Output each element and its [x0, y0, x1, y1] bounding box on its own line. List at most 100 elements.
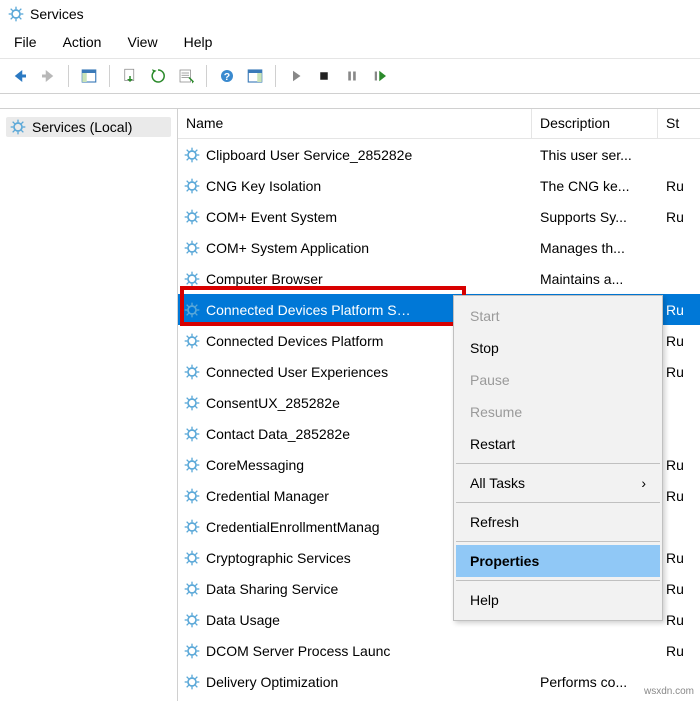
- service-gear-icon: [184, 643, 200, 659]
- service-name: DCOM Server Process Launc: [206, 643, 390, 659]
- tree-item-label: Services (Local): [32, 119, 132, 135]
- context-menu-stop[interactable]: Stop: [456, 332, 660, 364]
- column-header-status[interactable]: St: [658, 109, 698, 138]
- column-header-description[interactable]: Description: [532, 109, 658, 138]
- service-gear-icon: [184, 395, 200, 411]
- service-row[interactable]: COM+ System Application Manages th...: [178, 232, 700, 263]
- service-name: Cryptographic Services: [206, 550, 351, 566]
- export-list-button[interactable]: [116, 63, 144, 89]
- service-name: Computer Browser: [206, 271, 323, 287]
- refresh-button[interactable]: [144, 63, 172, 89]
- service-desc: The CNG ke...: [532, 178, 658, 194]
- service-status: Ru: [658, 457, 698, 473]
- watermark: wsxdn.com: [644, 686, 694, 697]
- toolbar: ?: [0, 59, 700, 94]
- back-button[interactable]: [6, 63, 34, 89]
- tree-pane: Services (Local): [0, 109, 178, 701]
- svg-text:?: ?: [224, 71, 230, 83]
- service-gear-icon: [184, 364, 200, 380]
- service-row[interactable]: DCOM Server Process Launc Ru: [178, 635, 700, 666]
- service-row[interactable]: Device Association ServiceEnables pairi.…: [178, 697, 700, 701]
- show-hide-action-pane-button[interactable]: [241, 63, 269, 89]
- context-menu-start[interactable]: Start: [456, 300, 660, 332]
- service-name: CNG Key Isolation: [206, 178, 321, 194]
- context-menu-all-tasks[interactable]: All Tasks›: [456, 467, 660, 499]
- service-name: Clipboard User Service_285282e: [206, 147, 412, 163]
- menu-action[interactable]: Action: [59, 32, 106, 52]
- service-gear-icon: [184, 612, 200, 628]
- service-name: CredentialEnrollmentManag: [206, 519, 380, 535]
- forward-button[interactable]: [34, 63, 62, 89]
- show-hide-console-tree-button[interactable]: [75, 63, 103, 89]
- service-name: COM+ Event System: [206, 209, 337, 225]
- context-menu-pause[interactable]: Pause: [456, 364, 660, 396]
- service-row[interactable]: CNG Key Isolation The CNG ke...Ru: [178, 170, 700, 201]
- stop-service-button[interactable]: [310, 63, 338, 89]
- menu-file[interactable]: File: [10, 32, 41, 52]
- menu-help[interactable]: Help: [180, 32, 217, 52]
- list-header: Name Description St: [178, 109, 700, 139]
- help-button[interactable]: ?: [213, 63, 241, 89]
- service-status: Ru: [658, 302, 698, 318]
- context-menu-properties[interactable]: Properties: [456, 545, 660, 577]
- service-row[interactable]: COM+ Event System Supports Sy...Ru: [178, 201, 700, 232]
- service-row[interactable]: Computer Browser Maintains a...: [178, 263, 700, 294]
- start-service-button[interactable]: [282, 63, 310, 89]
- service-gear-icon: [184, 147, 200, 163]
- service-status: Ru: [658, 333, 698, 349]
- service-desc: Supports Sy...: [532, 209, 658, 225]
- service-status: Ru: [658, 364, 698, 380]
- service-gear-icon: [184, 302, 200, 318]
- context-menu-help[interactable]: Help: [456, 584, 660, 616]
- service-name: Delivery Optimization: [206, 674, 338, 690]
- service-row[interactable]: Delivery Optimization Performs co...: [178, 666, 700, 697]
- gear-icon: [10, 119, 26, 135]
- context-menu-refresh[interactable]: Refresh: [456, 506, 660, 538]
- service-desc: Manages th...: [532, 240, 658, 256]
- service-name: Data Usage: [206, 612, 280, 628]
- context-menu-restart[interactable]: Restart: [456, 428, 660, 460]
- service-gear-icon: [184, 674, 200, 690]
- service-status: Ru: [658, 178, 698, 194]
- service-desc: This user ser...: [532, 147, 658, 163]
- properties-button[interactable]: [172, 63, 200, 89]
- service-gear-icon: [184, 209, 200, 225]
- service-desc: Maintains a...: [532, 271, 658, 287]
- service-status: Ru: [658, 612, 698, 628]
- menu-bar: File Action View Help: [0, 28, 700, 59]
- service-desc: Performs co...: [532, 674, 658, 690]
- service-name: Contact Data_285282e: [206, 426, 350, 442]
- service-gear-icon: [184, 457, 200, 473]
- service-gear-icon: [184, 581, 200, 597]
- gear-icon: [8, 6, 24, 22]
- service-status: Ru: [658, 643, 698, 659]
- service-status: Ru: [658, 488, 698, 504]
- list-pane: Name Description St Clipboard User Servi…: [178, 109, 700, 701]
- service-status: Ru: [658, 209, 698, 225]
- service-gear-icon: [184, 550, 200, 566]
- service-gear-icon: [184, 240, 200, 256]
- service-name: Data Sharing Service: [206, 581, 338, 597]
- tree-item-services-local[interactable]: Services (Local): [6, 117, 171, 137]
- service-row[interactable]: Clipboard User Service_285282e This user …: [178, 139, 700, 170]
- service-status: Ru: [658, 581, 698, 597]
- context-menu-resume[interactable]: Resume: [456, 396, 660, 428]
- service-gear-icon: [184, 426, 200, 442]
- context-menu: Start Stop Pause Resume Restart All Task…: [453, 295, 663, 621]
- service-status: Ru: [658, 550, 698, 566]
- column-header-name[interactable]: Name: [178, 109, 532, 138]
- service-name: COM+ System Application: [206, 240, 369, 256]
- service-gear-icon: [184, 333, 200, 349]
- menu-view[interactable]: View: [123, 32, 161, 52]
- service-gear-icon: [184, 178, 200, 194]
- service-gear-icon: [184, 488, 200, 504]
- service-gear-icon: [184, 519, 200, 535]
- service-gear-icon: [184, 271, 200, 287]
- restart-service-button[interactable]: [366, 63, 394, 89]
- pause-service-button[interactable]: [338, 63, 366, 89]
- title-bar: Services: [0, 0, 700, 28]
- window-title: Services: [30, 6, 84, 22]
- service-name: ConsentUX_285282e: [206, 395, 340, 411]
- chevron-right-icon: ›: [641, 475, 646, 491]
- service-name: Credential Manager: [206, 488, 329, 504]
